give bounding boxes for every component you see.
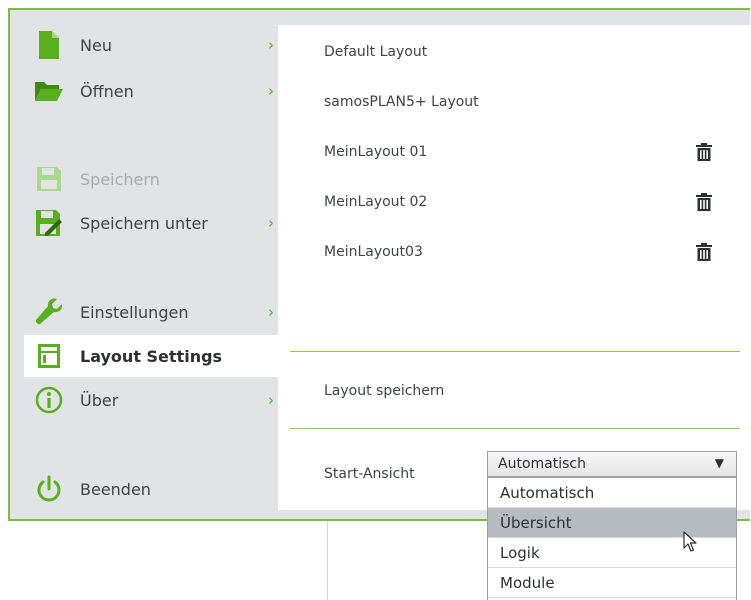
sidebar-item-label: Neu xyxy=(80,35,112,55)
layout-icon xyxy=(34,341,64,371)
chevron-right-icon: › xyxy=(268,82,274,100)
power-icon xyxy=(34,474,64,504)
file-menu-panel: Neu › Öffnen › Speichern Speichern unter… xyxy=(8,8,751,521)
sidebar-item-label: Layout Settings xyxy=(80,346,223,366)
save-as-icon xyxy=(34,208,64,238)
sidebar-item-label: Öffnen xyxy=(80,81,134,101)
option-module[interactable]: Module xyxy=(488,568,736,598)
sidebar-item-speichern: Speichern xyxy=(24,158,278,200)
layout-item-meinlayout-02[interactable]: MeinLayout 02 xyxy=(324,189,427,215)
open-folder-icon xyxy=(34,76,64,106)
trash-icon[interactable] xyxy=(694,141,714,163)
save-disk-icon xyxy=(34,164,64,194)
layout-item-samosplan[interactable]: samosPLAN5+ Layout xyxy=(324,89,479,115)
start-view-options: Automatisch Übersicht Logik Module xyxy=(487,477,737,600)
layout-item-meinlayout-01[interactable]: MeinLayout 01 xyxy=(324,139,427,165)
chevron-right-icon: › xyxy=(268,303,274,321)
start-view-select[interactable]: Automatisch ▼ xyxy=(487,451,737,477)
layout-item-meinlayout03[interactable]: MeinLayout03 xyxy=(324,239,423,265)
option-automatisch[interactable]: Automatisch xyxy=(488,478,736,508)
sidebar-item-beenden[interactable]: Beenden xyxy=(24,468,278,510)
sidebar-item-label: Einstellungen xyxy=(80,302,189,322)
sidebar-item-ueber[interactable]: Über › xyxy=(24,379,278,421)
trash-icon[interactable] xyxy=(694,191,714,213)
layout-settings-content: Default Layout samosPLAN5+ Layout MeinLa… xyxy=(278,25,751,510)
background-divider xyxy=(327,520,328,600)
trash-icon[interactable] xyxy=(694,241,714,263)
new-file-icon xyxy=(34,30,64,60)
wrench-icon xyxy=(34,297,64,327)
sidebar-item-neu[interactable]: Neu › xyxy=(24,24,278,66)
dropdown-arrow-icon: ▼ xyxy=(714,456,724,470)
section-divider xyxy=(290,428,740,429)
save-layout-button[interactable]: Layout speichern xyxy=(324,383,444,399)
sidebar-item-einstellungen[interactable]: Einstellungen › xyxy=(24,291,278,333)
start-view-label: Start-Ansicht xyxy=(324,466,415,482)
sidebar-item-label: Beenden xyxy=(80,479,151,499)
sidebar: Neu › Öffnen › Speichern Speichern unter… xyxy=(10,10,278,519)
mouse-pointer-icon xyxy=(683,531,699,557)
sidebar-item-label: Speichern unter xyxy=(80,213,208,233)
sidebar-item-oeffnen[interactable]: Öffnen › xyxy=(24,70,278,112)
section-divider xyxy=(290,351,740,352)
sidebar-item-label: Speichern xyxy=(80,169,160,189)
chevron-right-icon: › xyxy=(268,36,274,54)
chevron-right-icon: › xyxy=(268,391,274,409)
sidebar-item-speichern-unter[interactable]: Speichern unter › xyxy=(24,202,278,244)
info-icon xyxy=(34,385,64,415)
sidebar-item-layout-settings[interactable]: Layout Settings xyxy=(24,335,278,377)
start-view-selected-value: Automatisch xyxy=(498,456,586,472)
sidebar-item-label: Über xyxy=(80,390,119,410)
layout-item-default[interactable]: Default Layout xyxy=(324,39,427,65)
chevron-right-icon: › xyxy=(268,214,274,232)
